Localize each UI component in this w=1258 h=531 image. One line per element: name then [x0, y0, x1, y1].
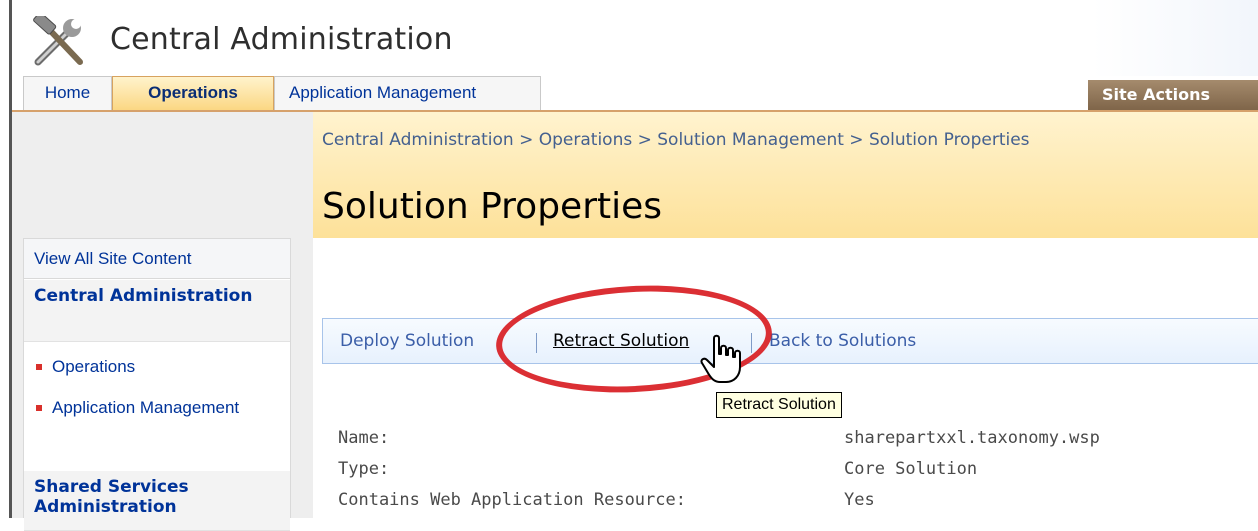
nav-item-label: Application Management [52, 398, 240, 417]
property-value-name: sharepartxxl.taxonomy.wsp [844, 428, 1100, 448]
retract-solution-tooltip: Retract Solution [716, 392, 842, 418]
title-bar-fade [1092, 0, 1258, 76]
tab-operations[interactable]: Operations [112, 76, 274, 110]
deploy-solution-link[interactable]: Deploy Solution [340, 331, 474, 351]
quick-launch: View All Site Content Central Administra… [23, 238, 291, 531]
breadcrumb[interactable]: Central Administration > Operations > So… [322, 130, 1030, 150]
site-title-bar: Central Administration [12, 0, 1258, 76]
property-label-name: Name: [338, 428, 390, 448]
nav-item-application-management[interactable]: Application Management [34, 397, 252, 419]
nav-item-operations[interactable]: Operations [34, 356, 135, 378]
property-label-web-app-resource: Contains Web Application Resource: [338, 490, 686, 510]
bullet-icon [36, 405, 42, 411]
property-value-web-app-resource: Yes [844, 490, 875, 510]
site-actions-label: Site Actions [1102, 85, 1210, 104]
back-to-solutions-link[interactable]: Back to Solutions [769, 331, 916, 351]
bullet-icon [36, 364, 42, 370]
tab-home[interactable]: Home [23, 76, 112, 110]
tab-application-management[interactable]: Application Management [274, 76, 541, 110]
nav-heading-shared-services[interactable]: Shared Services Administration [24, 471, 290, 531]
property-label-type: Type: [338, 459, 390, 479]
property-value-type: Core Solution [844, 459, 978, 479]
hand-cursor-icon [700, 334, 741, 383]
nav-heading-central-administration[interactable]: Central Administration [24, 280, 290, 342]
nav-item-label: Operations [52, 357, 136, 376]
page-title: Solution Properties [322, 186, 663, 227]
tools-icon [33, 16, 83, 66]
window-left-margin [0, 0, 9, 518]
site-actions-menu[interactable]: Site Actions [1088, 80, 1258, 110]
view-all-site-content-link[interactable]: View All Site Content [24, 239, 290, 279]
site-title[interactable]: Central Administration [110, 22, 453, 57]
